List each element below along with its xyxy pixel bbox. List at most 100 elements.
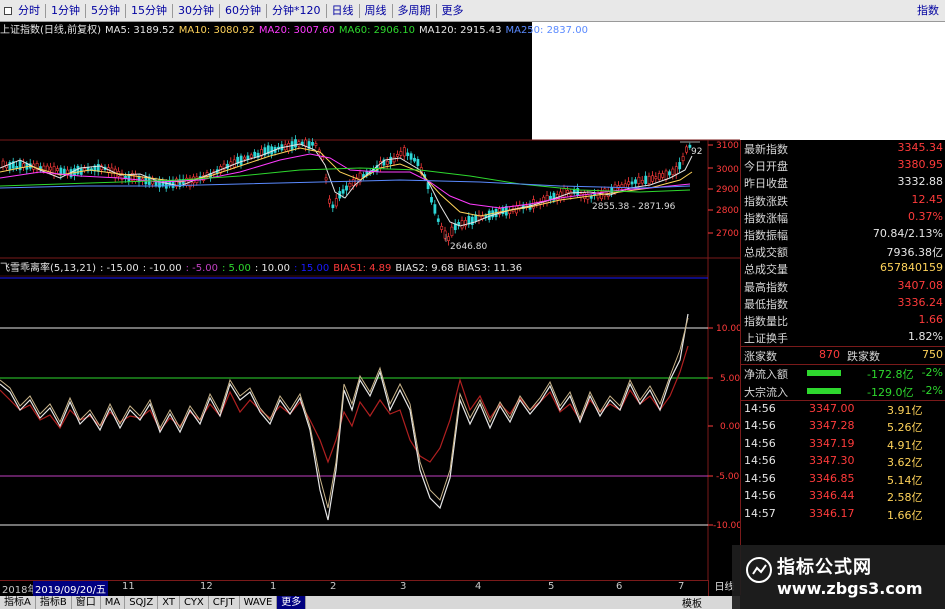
quote-value: 3407.08	[897, 278, 944, 292]
candle-body	[243, 156, 246, 160]
tick-price: 3346.44	[809, 489, 855, 503]
candle-body	[328, 198, 331, 204]
tab-wave[interactable]: WAVE	[240, 596, 278, 609]
watermark-url: www.zbgs3.com	[777, 579, 923, 598]
candle-body	[49, 166, 53, 171]
date-label: 6	[616, 581, 623, 592]
candle-body	[640, 180, 644, 184]
bias3-label: BIAS3: 11.36	[457, 263, 523, 274]
date-label: 1	[270, 581, 277, 592]
quote-row: 指数涨跌 12.45	[741, 192, 945, 209]
date-label: 2	[330, 581, 337, 592]
quote-value: 657840159	[880, 261, 943, 275]
price-axis-label: 3000	[716, 165, 739, 175]
tick-vol: 2.58亿	[887, 491, 923, 505]
candle-body	[545, 195, 549, 204]
quote-row: 今日开盘 3380.95	[741, 157, 945, 174]
date-label: 12	[200, 581, 213, 592]
quote-row: 总成交量 657840159	[741, 260, 945, 277]
flow-value: -172.8亿	[867, 368, 914, 382]
level-15-label: : 15.00	[294, 263, 330, 274]
quote-row: 最高指数 3407.08	[741, 278, 945, 295]
tab-xt[interactable]: XT	[158, 596, 181, 609]
tick-price: 3347.28	[809, 419, 855, 433]
indicator-axis-label: 0.00	[720, 422, 740, 432]
quote-label: 最高指数	[744, 280, 788, 294]
quote-label: 最新指数	[744, 143, 788, 156]
candle-body	[627, 181, 631, 185]
tab-sqjz[interactable]: SQJZ	[125, 596, 159, 609]
ma20-label: MA20: 3007.60	[258, 25, 335, 36]
candle-body	[596, 193, 600, 199]
breadth-row: 涨家数 870 跌家数 750	[741, 347, 945, 364]
template-button[interactable]: 模板	[682, 595, 702, 609]
candle-body	[436, 218, 440, 222]
price-axis-label: 3100	[716, 141, 739, 151]
candle-body	[566, 190, 569, 194]
indicator-name[interactable]: 飞雪乖离率(5,13,21)	[0, 262, 96, 276]
quote-label: 指数振幅	[744, 228, 788, 242]
quote-row: 指数涨幅 0.37%	[741, 209, 945, 226]
tick-vol: 5.14亿	[887, 473, 923, 487]
quote-row: 总成交额 7936.38亿	[741, 243, 945, 260]
tick-row: 14:56 3347.00 3.91亿	[741, 401, 945, 419]
flow-bar	[807, 387, 841, 394]
level-minus10-label: : -10.00	[142, 263, 182, 274]
candle-body	[314, 143, 318, 146]
price-axis-label: 2900	[716, 185, 739, 195]
candle-body	[270, 146, 274, 155]
tab-indicator-a[interactable]: 指标A	[0, 596, 36, 609]
candle-body	[637, 176, 641, 184]
quote-value: 3380.95	[897, 158, 944, 172]
candle-body	[654, 176, 658, 180]
candle-body	[345, 185, 348, 191]
date-axis: 2018年 2019/09/20/五 11 12 1 2 3 4 5 6 7	[0, 580, 708, 596]
quote-value: 3336.24	[897, 295, 944, 309]
tab-indicator-b[interactable]: 指标B	[36, 596, 72, 609]
ma250-label: MA250: 2837.00	[505, 25, 588, 36]
quote-value: 12.45	[911, 192, 944, 206]
indicator-axis-label: -5.00	[716, 472, 740, 482]
candle-body	[96, 164, 100, 172]
price-axis-label: 2800	[716, 206, 739, 216]
tab-window[interactable]: 窗口	[72, 596, 101, 609]
tab-more-indicators[interactable]: 更多	[277, 596, 307, 609]
tick-time: 14:56	[744, 419, 776, 433]
watermark-logo-icon	[746, 557, 772, 583]
high-annotation: 92	[691, 147, 702, 157]
candle-body	[413, 157, 416, 162]
candle-body	[664, 170, 668, 181]
tick-row: 14:56 3347.28 5.26亿	[741, 418, 945, 436]
tick-price: 3347.00	[809, 401, 855, 415]
candle-body	[657, 173, 661, 180]
tick-price: 3347.30	[809, 454, 855, 468]
quote-row: 最新指数 3345.34	[741, 140, 945, 157]
candle-body	[668, 171, 671, 176]
indicator-axis-label: 5.00	[720, 374, 740, 384]
date-label: 4	[475, 581, 482, 592]
candle-body	[460, 220, 464, 229]
tab-cfjt[interactable]: CFJT	[209, 596, 240, 609]
candle-body	[450, 226, 454, 236]
candle-body	[56, 168, 59, 172]
tab-cyx[interactable]: CYX	[180, 596, 209, 609]
bias1-line	[0, 345, 689, 464]
up-count-value: 870	[819, 348, 840, 362]
tick-list[interactable]: 14:56 3347.00 3.91亿 14:56 3347.28 5.26亿 14:56 3…	[741, 401, 945, 524]
flow-value: -129.0亿	[867, 385, 914, 399]
level-10-label: : 10.00	[254, 263, 291, 274]
ma120-label: MA120: 2915.43	[419, 25, 502, 36]
tab-ma[interactable]: MA	[101, 596, 126, 609]
flow-label: 净流入额	[744, 368, 788, 382]
candle-body	[324, 177, 328, 181]
candle-body	[430, 197, 433, 203]
watermark-title: 指标公式网	[777, 557, 872, 578]
index-name[interactable]: 上证指数(日线,前复权)	[0, 24, 101, 38]
flow-pct: -2%	[921, 383, 943, 397]
quote-value: 1.66	[918, 312, 944, 326]
ma-legend: 上证指数(日线,前复权) MA5: 3189.52 MA10: 3080.92 …	[0, 24, 592, 38]
candle-body	[406, 152, 410, 157]
tick-time: 14:57	[744, 506, 776, 520]
indicator-axis-label: 10.00	[716, 324, 742, 334]
tick-vol: 1.66亿	[887, 508, 923, 522]
